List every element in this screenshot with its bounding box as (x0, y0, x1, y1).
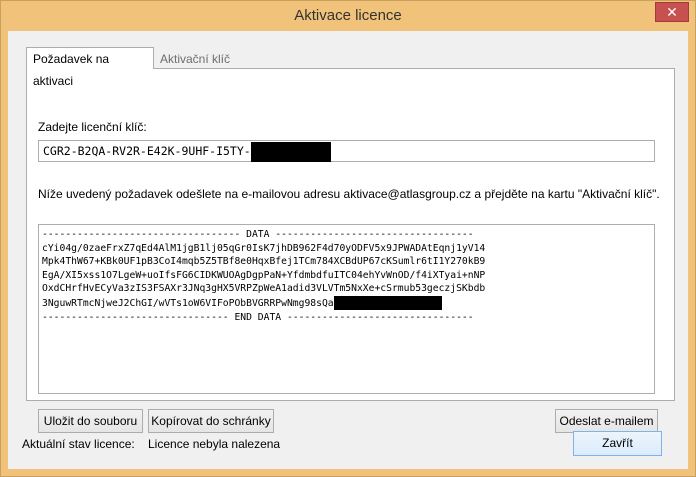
license-key-value: CGR2-B2QA-RV2R-E42K-9UHF-I5TY- (43, 144, 251, 158)
instructions-text: Níže uvedený požadavek odešlete na e-mai… (38, 187, 660, 201)
redacted-data-part (333, 295, 442, 310)
activation-request-panel: Zadejte licenční klíč: CGR2-B2QA-RV2R-E4… (26, 68, 675, 433)
data-line-text: 3NguwRTmcNjweJ2ChGI/wVTs1oW6VIFoPObBVGRR… (42, 297, 334, 309)
window-title: Aktivace licence (294, 7, 402, 24)
close-icon[interactable]: ✕ (655, 2, 689, 22)
data-line: cYi04g/0zaeFrxZ7qEd4AlM1jgB1lj05qGr0IsK7… (42, 242, 486, 254)
close-button[interactable]: Zavřít (573, 431, 662, 456)
redacted-key-part (250, 141, 331, 162)
license-key-label: Zadejte licenční klíč: (38, 120, 147, 134)
data-line: -------------------------------- END DAT… (42, 311, 474, 323)
license-key-input[interactable]: CGR2-B2QA-RV2R-E42K-9UHF-I5TY- (38, 140, 655, 162)
copy-to-clipboard-button[interactable]: Kopírovat do schránky (148, 409, 274, 433)
data-line: 3NguwRTmcNjweJ2ChGI/wVTs1oW6VIFoPObBVGRR… (42, 295, 654, 311)
dialog-body: Požadavek na aktivaci Aktivační klíč Zad… (8, 31, 688, 469)
tab-activation-request[interactable]: Požadavek na aktivaci (26, 47, 154, 88)
request-data-textarea[interactable]: ---------------------------------- DATA … (38, 224, 655, 394)
data-line: Mpk4ThW67+KBk0UF1pB3CoI4mqb5Z5TBf8e0HqxB… (42, 256, 486, 268)
data-line: OxdCHrfHvECyVa3zIS3FSAXr3JNq3gHX5VRPZpWe… (42, 283, 486, 295)
tab-activation-key[interactable]: Aktivační klíč (154, 49, 238, 69)
data-line: ---------------------------------- DATA … (42, 229, 474, 240)
license-status-value: Licence nebyla nalezena (148, 437, 281, 451)
title-bar[interactable]: Aktivace licence ✕ (1, 1, 695, 31)
send-email-button[interactable]: Odeslat e-mailem (555, 409, 658, 433)
save-to-file-button[interactable]: Uložit do souboru (38, 409, 143, 433)
activation-window: Aktivace licence ✕ Požadavek na aktivaci… (0, 0, 696, 477)
license-status-label: Aktuální stav licence: (22, 437, 135, 451)
data-line: EgA/XI5xss1O7LgeW+uoIfsFG6CIDKWUOAgDgpPa… (42, 269, 486, 281)
